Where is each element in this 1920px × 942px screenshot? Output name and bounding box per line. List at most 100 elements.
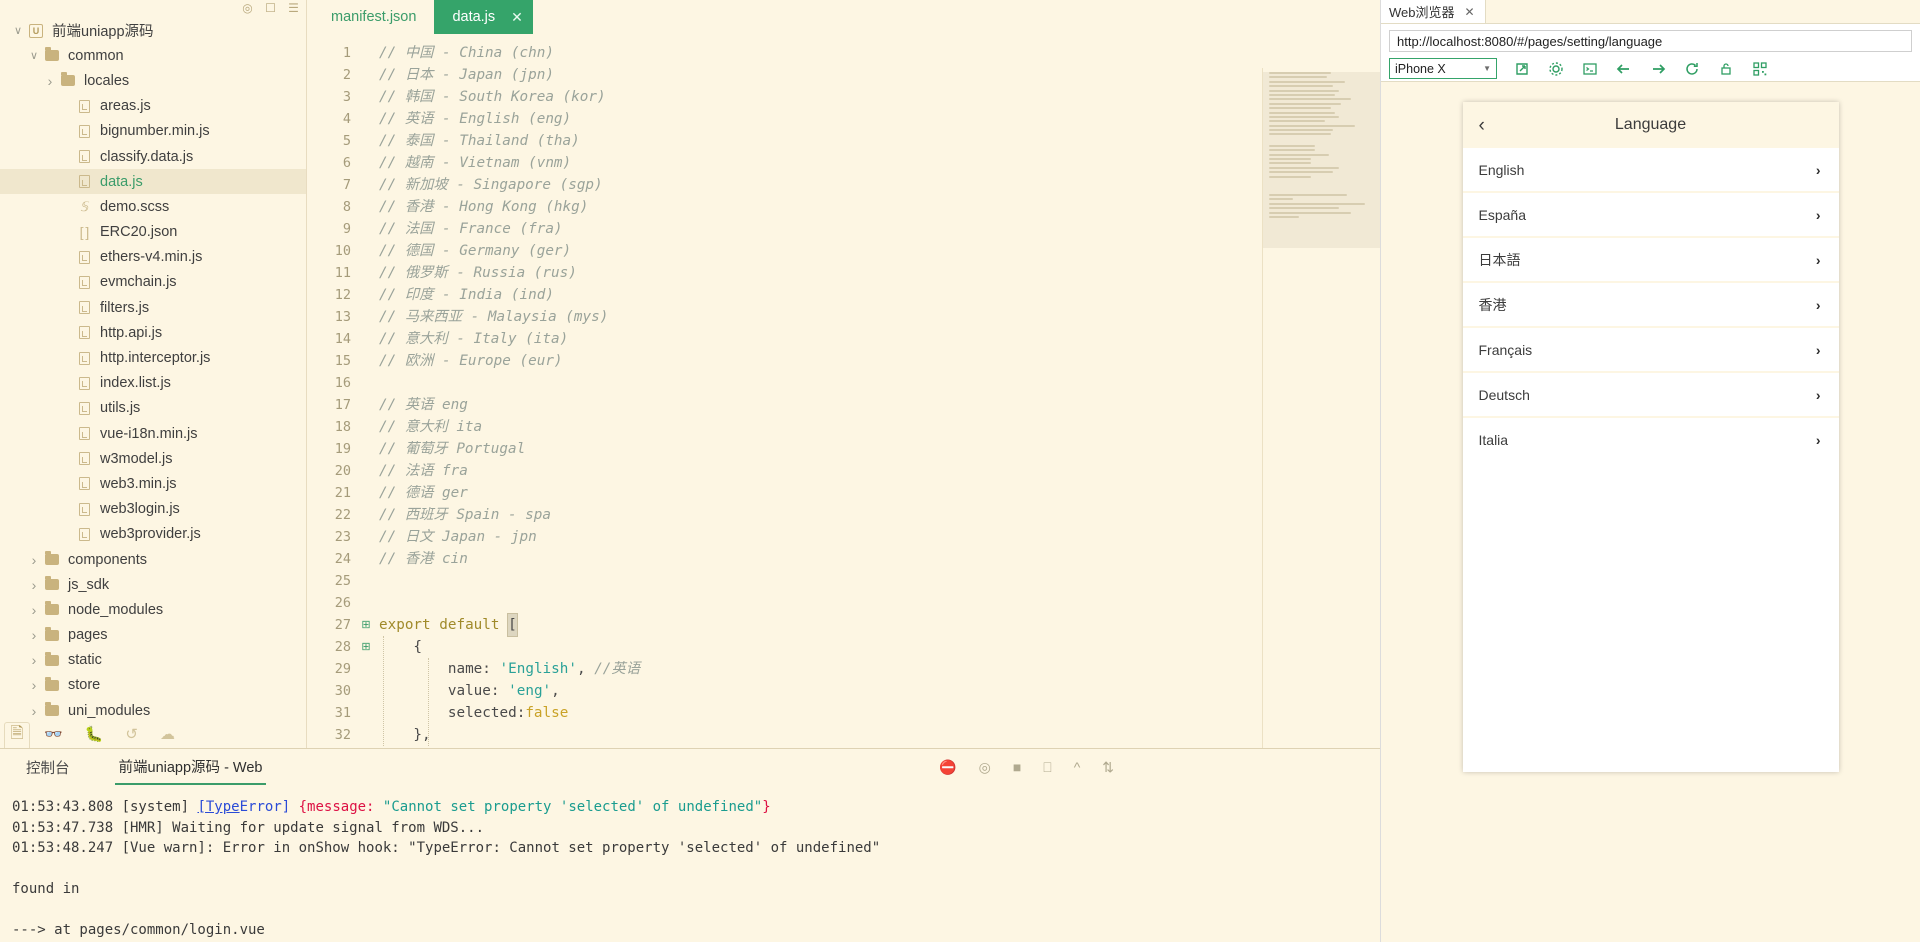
tree-item[interactable]: 𝕊demo.scss xyxy=(0,194,306,219)
back-icon[interactable]: ‹ xyxy=(1479,116,1485,135)
code-fold-column[interactable]: ⊞⊞ xyxy=(359,34,373,748)
tree-item[interactable]: store xyxy=(0,673,306,698)
tree-item[interactable]: U前端uniapp源码 xyxy=(0,18,306,43)
language-list-item[interactable]: Français› xyxy=(1463,328,1839,371)
chevron-right-icon[interactable] xyxy=(26,577,42,593)
lock-icon[interactable] xyxy=(1717,60,1735,78)
language-list-item[interactable]: 日本語› xyxy=(1463,238,1839,281)
log-error-link[interactable]: [Type xyxy=(197,799,239,815)
clear-icon[interactable]: ◎ xyxy=(979,759,991,776)
tree-item[interactable]: web3provider.js xyxy=(0,522,306,547)
tree-item[interactable]: locales xyxy=(0,68,306,93)
tree-item[interactable]: areas.js xyxy=(0,94,306,119)
web-browser-pane: Web浏览器 ✕ http://localhost:8080/#/pages/s… xyxy=(1380,0,1920,942)
sort-icon[interactable]: ⇅ xyxy=(1102,759,1114,776)
binoculars-icon[interactable]: 👓 xyxy=(44,725,63,743)
file-tree[interactable]: U前端uniapp源码commonlocalesareas.jsbignumbe… xyxy=(0,14,306,720)
url-input[interactable]: http://localhost:8080/#/pages/setting/la… xyxy=(1389,30,1912,52)
tree-item[interactable]: utils.js xyxy=(0,396,306,421)
language-list-item[interactable]: English› xyxy=(1463,148,1839,191)
tree-item[interactable]: js_sdk xyxy=(0,572,306,597)
chevron-right-icon[interactable] xyxy=(42,73,58,89)
tree-item[interactable]: components xyxy=(0,547,306,572)
menu-icon[interactable]: ☰ xyxy=(287,1,300,14)
tree-item[interactable]: vue-i18n.min.js xyxy=(0,421,306,446)
console-icon[interactable] xyxy=(1581,60,1599,78)
fold-toggle-icon[interactable]: ⊞ xyxy=(359,614,373,636)
stop-icon[interactable]: ⛔ xyxy=(939,759,956,776)
editor-tabbar[interactable]: manifest.json data.js✕ xyxy=(307,0,1380,34)
files-panel-icon[interactable]: 🗎 xyxy=(4,722,30,748)
console-tab-web[interactable]: 前端uniapp源码 - Web xyxy=(115,749,267,785)
device-select[interactable]: iPhone X ▼ xyxy=(1389,58,1497,79)
line-number: 16 xyxy=(307,372,351,394)
minimap-viewport[interactable] xyxy=(1263,72,1380,248)
editor-tab[interactable]: manifest.json xyxy=(313,0,434,34)
popout-icon[interactable] xyxy=(1513,60,1531,78)
tree-item[interactable]: ethers-v4.min.js xyxy=(0,245,306,270)
minimap[interactable] xyxy=(1262,68,1380,748)
tree-item-label: classify.data.js xyxy=(100,149,193,165)
target-icon[interactable]: ◎ xyxy=(241,1,254,14)
js-file-icon xyxy=(74,352,94,365)
bug-icon[interactable]: 🐛 xyxy=(85,725,104,743)
editor-tab-label: manifest.json xyxy=(331,9,416,25)
line-number: 13 xyxy=(307,306,351,328)
fold-spacer xyxy=(359,152,373,174)
project-sidebar: ◎ ☐ ☰ U前端uniapp源码commonlocalesareas.jsbi… xyxy=(0,0,307,748)
gear-icon[interactable] xyxy=(1547,60,1565,78)
tree-item[interactable]: http.interceptor.js xyxy=(0,345,306,370)
chevron-down-icon[interactable] xyxy=(26,49,42,62)
tree-item[interactable]: web3.min.js xyxy=(0,471,306,496)
tree-item[interactable]: classify.data.js xyxy=(0,144,306,169)
language-list-item[interactable]: 香港› xyxy=(1463,283,1839,326)
language-list[interactable]: English›España›日本語›香港›Français›Deutsch›I… xyxy=(1463,148,1839,460)
chevron-right-icon[interactable] xyxy=(26,602,42,618)
language-list-item[interactable]: España› xyxy=(1463,193,1839,236)
tree-item[interactable]: common xyxy=(0,43,306,68)
tree-item-label: ethers-v4.min.js xyxy=(100,249,202,265)
reload-icon[interactable] xyxy=(1683,60,1701,78)
js-file-icon xyxy=(74,427,94,440)
code-area[interactable]: 1234567891011121314151617181920212223242… xyxy=(307,34,1380,748)
language-list-item[interactable]: Italia› xyxy=(1463,418,1839,460)
console-log-list[interactable]: 01:53:43.808 [system] [TypeError] {messa… xyxy=(0,785,1380,942)
tree-item[interactable]: web3login.js xyxy=(0,497,306,522)
tree-item[interactable]: data.js xyxy=(0,169,306,194)
tree-item[interactable]: static xyxy=(0,648,306,673)
refresh-icon[interactable]: ↺ xyxy=(125,725,138,743)
close-icon[interactable]: ✕ xyxy=(1465,5,1475,19)
chevron-right-icon[interactable] xyxy=(26,552,42,568)
tree-item[interactable]: index.list.js xyxy=(0,371,306,396)
fold-toggle-icon[interactable]: ⊞ xyxy=(359,636,373,658)
forward-icon[interactable] xyxy=(1649,60,1667,78)
export-icon[interactable]: ⎕ xyxy=(1043,759,1051,776)
chevron-right-icon[interactable] xyxy=(26,677,42,693)
chevron-right-icon[interactable] xyxy=(26,627,42,643)
tree-item-label: w3model.js xyxy=(100,451,173,467)
close-icon[interactable]: ✕ xyxy=(511,9,523,26)
tree-item[interactable]: uni_modules xyxy=(0,698,306,720)
code-text[interactable]: // 中国 - China (chn)// 日本 - Japan (jpn)//… xyxy=(373,34,1380,748)
code-span: // 法语 fra xyxy=(379,463,468,479)
back-icon[interactable] xyxy=(1615,60,1633,78)
editor-tab[interactable]: data.js✕ xyxy=(434,0,532,34)
chevron-right-icon[interactable] xyxy=(26,652,42,668)
tree-item[interactable]: bignumber.min.js xyxy=(0,119,306,144)
tree-item[interactable]: filters.js xyxy=(0,295,306,320)
tree-item[interactable]: w3model.js xyxy=(0,446,306,471)
tree-item[interactable]: http.api.js xyxy=(0,320,306,345)
stop-square-icon[interactable]: ■ xyxy=(1013,759,1021,775)
tree-item[interactable]: evmchain.js xyxy=(0,270,306,295)
language-list-item[interactable]: Deutsch› xyxy=(1463,373,1839,416)
cloud-icon[interactable]: ☁ xyxy=(160,725,175,743)
collapse-up-icon[interactable]: ^ xyxy=(1074,759,1081,775)
chevron-right-icon[interactable] xyxy=(26,703,42,719)
qrcode-icon[interactable] xyxy=(1751,60,1769,78)
tree-item[interactable]: pages xyxy=(0,623,306,648)
browser-tab[interactable]: Web浏览器 ✕ xyxy=(1381,0,1486,23)
chevron-down-icon[interactable] xyxy=(10,24,26,37)
tree-item[interactable]: [ ]ERC20.json xyxy=(0,220,306,245)
collapse-icon[interactable]: ☐ xyxy=(264,1,277,14)
tree-item[interactable]: node_modules xyxy=(0,597,306,622)
